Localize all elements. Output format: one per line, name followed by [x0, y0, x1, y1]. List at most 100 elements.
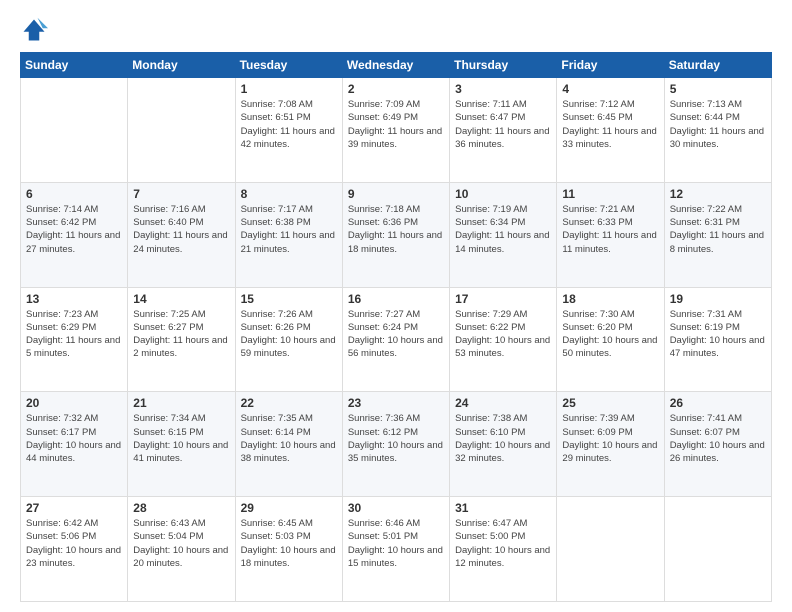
- weekday-header: Sunday: [21, 53, 128, 78]
- calendar-cell: 23 Sunrise: 7:36 AM Sunset: 6:12 PM Dayli…: [342, 392, 449, 497]
- calendar-cell: 15Sunrise: 7:26 AM Sunset: 6:26 PM Dayli…: [235, 287, 342, 392]
- day-info: Sunrise: 7:39 AM Sunset: 6:09 PM Dayligh…: [562, 412, 658, 465]
- day-number: 10: [455, 187, 551, 201]
- day-number: 15: [241, 292, 337, 306]
- day-info: Sunrise: 7:14 AM Sunset: 6:42 PM Dayligh…: [26, 203, 122, 256]
- calendar-cell: 26 Sunrise: 7:41 AM Sunset: 6:07 PM Dayli…: [664, 392, 771, 497]
- calendar-cell: 11 Sunrise: 7:21 AM Sunset: 6:33 PM Dayli…: [557, 182, 664, 287]
- day-info: Sunrise: 7:22 AM Sunset: 6:31 PM Dayligh…: [670, 203, 766, 256]
- day-number: 16: [348, 292, 444, 306]
- calendar-cell: 13 Sunrise: 7:23 AM Sunset: 6:29 PM Dayli…: [21, 287, 128, 392]
- day-number: 14: [133, 292, 229, 306]
- day-info: Sunrise: 7:35 AM Sunset: 6:14 PM Dayligh…: [241, 412, 337, 465]
- day-number: 29: [241, 501, 337, 515]
- day-info: Sunrise: 6:46 AM Sunset: 5:01 PM Dayligh…: [348, 517, 444, 570]
- day-info: Sunrise: 7:25 AM Sunset: 6:27 PM Dayligh…: [133, 308, 229, 361]
- calendar-cell: 22 Sunrise: 7:35 AM Sunset: 6:14 PM Dayli…: [235, 392, 342, 497]
- calendar-cell: 6 Sunrise: 7:14 AM Sunset: 6:42 PM Daylig…: [21, 182, 128, 287]
- day-number: 11: [562, 187, 658, 201]
- calendar-cell: 17 Sunrise: 7:29 AM Sunset: 6:22 PM Dayli…: [450, 287, 557, 392]
- calendar-cell: 20 Sunrise: 7:32 AM Sunset: 6:17 PM Dayli…: [21, 392, 128, 497]
- calendar-cell: 5 Sunrise: 7:13 AM Sunset: 6:44 PM Daylig…: [664, 78, 771, 183]
- day-number: 30: [348, 501, 444, 515]
- day-info: Sunrise: 7:18 AM Sunset: 6:36 PM Dayligh…: [348, 203, 444, 256]
- day-number: 13: [26, 292, 122, 306]
- calendar-cell: 24 Sunrise: 7:38 AM Sunset: 6:10 PM Dayli…: [450, 392, 557, 497]
- calendar-cell: 8 Sunrise: 7:17 AM Sunset: 6:38 PM Daylig…: [235, 182, 342, 287]
- calendar-cell: 28 Sunrise: 6:43 AM Sunset: 5:04 PM Dayli…: [128, 497, 235, 602]
- calendar-week-row: 6 Sunrise: 7:14 AM Sunset: 6:42 PM Daylig…: [21, 182, 772, 287]
- day-info: Sunrise: 7:31 AM Sunset: 6:19 PM Dayligh…: [670, 308, 766, 361]
- logo-icon: [20, 16, 48, 44]
- day-number: 12: [670, 187, 766, 201]
- day-info: Sunrise: 7:30 AM Sunset: 6:20 PM Dayligh…: [562, 308, 658, 361]
- day-number: 6: [26, 187, 122, 201]
- weekday-header: Saturday: [664, 53, 771, 78]
- day-info: Sunrise: 7:41 AM Sunset: 6:07 PM Dayligh…: [670, 412, 766, 465]
- day-info: Sunrise: 7:36 AM Sunset: 6:12 PM Dayligh…: [348, 412, 444, 465]
- day-number: 26: [670, 396, 766, 410]
- calendar-cell: 9 Sunrise: 7:18 AM Sunset: 6:36 PM Daylig…: [342, 182, 449, 287]
- day-number: 8: [241, 187, 337, 201]
- day-number: 5: [670, 82, 766, 96]
- day-info: Sunrise: 7:34 AM Sunset: 6:15 PM Dayligh…: [133, 412, 229, 465]
- calendar-cell: 25Sunrise: 7:39 AM Sunset: 6:09 PM Dayli…: [557, 392, 664, 497]
- calendar-week-row: 20 Sunrise: 7:32 AM Sunset: 6:17 PM Dayli…: [21, 392, 772, 497]
- day-info: Sunrise: 7:19 AM Sunset: 6:34 PM Dayligh…: [455, 203, 551, 256]
- calendar-cell: 18Sunrise: 7:30 AM Sunset: 6:20 PM Dayli…: [557, 287, 664, 392]
- page: SundayMondayTuesdayWednesdayThursdayFrid…: [0, 0, 792, 612]
- calendar-cell: 10 Sunrise: 7:19 AM Sunset: 6:34 PM Dayli…: [450, 182, 557, 287]
- calendar-week-row: 13 Sunrise: 7:23 AM Sunset: 6:29 PM Dayli…: [21, 287, 772, 392]
- calendar-cell: [664, 497, 771, 602]
- calendar-cell: 29 Sunrise: 6:45 AM Sunset: 5:03 PM Dayli…: [235, 497, 342, 602]
- day-info: Sunrise: 7:29 AM Sunset: 6:22 PM Dayligh…: [455, 308, 551, 361]
- day-info: Sunrise: 7:27 AM Sunset: 6:24 PM Dayligh…: [348, 308, 444, 361]
- calendar-cell: 16 Sunrise: 7:27 AM Sunset: 6:24 PM Dayli…: [342, 287, 449, 392]
- day-number: 24: [455, 396, 551, 410]
- logo: [20, 16, 52, 44]
- day-number: 28: [133, 501, 229, 515]
- day-info: Sunrise: 6:43 AM Sunset: 5:04 PM Dayligh…: [133, 517, 229, 570]
- calendar-cell: 3 Sunrise: 7:11 AM Sunset: 6:47 PM Daylig…: [450, 78, 557, 183]
- calendar-week-row: 1Sunrise: 7:08 AM Sunset: 6:51 PM Daylig…: [21, 78, 772, 183]
- day-number: 23: [348, 396, 444, 410]
- weekday-header: Monday: [128, 53, 235, 78]
- calendar-week-row: 27Sunrise: 6:42 AM Sunset: 5:06 PM Dayli…: [21, 497, 772, 602]
- day-number: 7: [133, 187, 229, 201]
- calendar-cell: 27Sunrise: 6:42 AM Sunset: 5:06 PM Dayli…: [21, 497, 128, 602]
- day-info: Sunrise: 7:21 AM Sunset: 6:33 PM Dayligh…: [562, 203, 658, 256]
- day-number: 2: [348, 82, 444, 96]
- day-number: 9: [348, 187, 444, 201]
- calendar-cell: 7Sunrise: 7:16 AM Sunset: 6:40 PM Daylig…: [128, 182, 235, 287]
- day-number: 31: [455, 501, 551, 515]
- weekday-header: Friday: [557, 53, 664, 78]
- calendar-cell: 2 Sunrise: 7:09 AM Sunset: 6:49 PM Daylig…: [342, 78, 449, 183]
- day-info: Sunrise: 7:38 AM Sunset: 6:10 PM Dayligh…: [455, 412, 551, 465]
- calendar-cell: 1Sunrise: 7:08 AM Sunset: 6:51 PM Daylig…: [235, 78, 342, 183]
- calendar-table: SundayMondayTuesdayWednesdayThursdayFrid…: [20, 52, 772, 602]
- weekday-header: Tuesday: [235, 53, 342, 78]
- day-info: Sunrise: 7:32 AM Sunset: 6:17 PM Dayligh…: [26, 412, 122, 465]
- calendar-cell: [557, 497, 664, 602]
- day-info: Sunrise: 7:23 AM Sunset: 6:29 PM Dayligh…: [26, 308, 122, 361]
- calendar-cell: 4Sunrise: 7:12 AM Sunset: 6:45 PM Daylig…: [557, 78, 664, 183]
- day-number: 17: [455, 292, 551, 306]
- header: [20, 16, 772, 44]
- calendar-header-row: SundayMondayTuesdayWednesdayThursdayFrid…: [21, 53, 772, 78]
- day-info: Sunrise: 7:12 AM Sunset: 6:45 PM Dayligh…: [562, 98, 658, 151]
- calendar-cell: 21Sunrise: 7:34 AM Sunset: 6:15 PM Dayli…: [128, 392, 235, 497]
- day-info: Sunrise: 7:09 AM Sunset: 6:49 PM Dayligh…: [348, 98, 444, 151]
- day-number: 3: [455, 82, 551, 96]
- calendar-cell: [21, 78, 128, 183]
- calendar-cell: 30 Sunrise: 6:46 AM Sunset: 5:01 PM Dayli…: [342, 497, 449, 602]
- day-info: Sunrise: 7:13 AM Sunset: 6:44 PM Dayligh…: [670, 98, 766, 151]
- day-number: 20: [26, 396, 122, 410]
- day-info: Sunrise: 7:17 AM Sunset: 6:38 PM Dayligh…: [241, 203, 337, 256]
- calendar-cell: 31Sunrise: 6:47 AM Sunset: 5:00 PM Dayli…: [450, 497, 557, 602]
- day-info: Sunrise: 7:08 AM Sunset: 6:51 PM Dayligh…: [241, 98, 337, 151]
- day-number: 19: [670, 292, 766, 306]
- weekday-header: Thursday: [450, 53, 557, 78]
- day-info: Sunrise: 7:11 AM Sunset: 6:47 PM Dayligh…: [455, 98, 551, 151]
- day-info: Sunrise: 6:45 AM Sunset: 5:03 PM Dayligh…: [241, 517, 337, 570]
- day-number: 22: [241, 396, 337, 410]
